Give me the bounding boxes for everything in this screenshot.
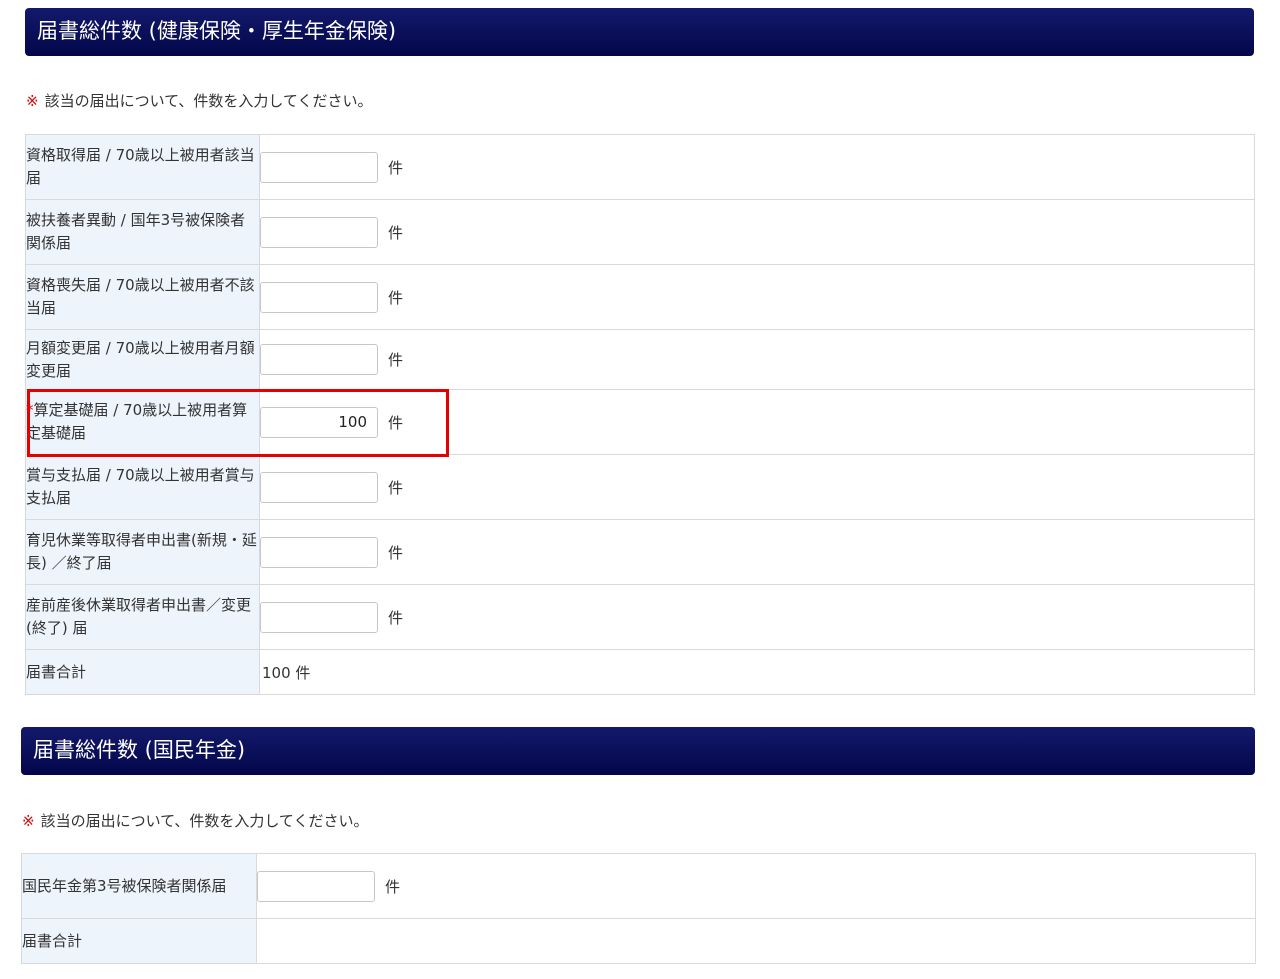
row-label: 資格喪失届 / 70歳以上被用者不該当届 — [25, 264, 260, 330]
note-mark: ※ — [26, 92, 39, 110]
note-text: 該当の届出について、件数を入力してください。 — [44, 92, 373, 110]
count-input[interactable] — [260, 601, 378, 633]
unit-label: 件 — [388, 351, 404, 369]
unit-label: 件 — [388, 608, 404, 627]
unit-label: 件 — [388, 158, 404, 177]
unit-label: 件 — [388, 413, 404, 432]
count-input[interactable] — [260, 151, 378, 183]
unit-label: 件 — [385, 877, 401, 896]
table-row: 育児休業等取得者申出書(新規・延長) ／終了届 件 — [25, 519, 1255, 585]
required-mark: * — [26, 401, 34, 419]
table-row: 産前産後休業取得者申出書／変更 (終了) 届 件 — [25, 584, 1255, 650]
row-label: 育児休業等取得者申出書(新規・延長) ／終了届 — [25, 519, 260, 585]
count-input[interactable] — [260, 216, 378, 248]
total-label: 届書合計 — [21, 918, 257, 964]
section2-header: 届書総件数 (国民年金) — [21, 727, 1255, 775]
row-label: 国民年金第3号被保険者関係届 — [21, 853, 257, 919]
section2-note: ※ 該当の届出について、件数を入力してください。 — [22, 810, 368, 831]
table-row: *算定基礎届 / 70歳以上被用者算定基礎届 件 — [25, 389, 1255, 455]
row-label: 賞与支払届 / 70歳以上被用者賞与支払届 — [25, 454, 260, 520]
count-input[interactable] — [257, 870, 375, 902]
count-input[interactable] — [260, 406, 378, 438]
section2-table: 国民年金第3号被保険者関係届 件 届書合計 — [21, 853, 1256, 964]
total-value: 100 件 — [262, 663, 311, 682]
table-row: 国民年金第3号被保険者関係届 件 — [21, 853, 1256, 919]
note-text: 該当の届出について、件数を入力してください。 — [40, 812, 369, 830]
table-row-total: 届書合計 — [21, 918, 1256, 964]
row-label: 被扶養者異動 / 国年3号被保険者関係届 — [25, 199, 260, 265]
section1-header: 届書総件数 (健康保険・厚生年金保険) — [25, 8, 1254, 56]
row-label: 月額変更届 / 70歳以上被用者月額変更届 — [25, 329, 260, 390]
row-label: *算定基礎届 / 70歳以上被用者算定基礎届 — [25, 389, 260, 455]
total-label: 届書合計 — [25, 649, 260, 695]
table-row-total: 届書合計 100 件 — [25, 649, 1255, 695]
count-input[interactable] — [260, 281, 378, 313]
unit-label: 件 — [388, 223, 404, 242]
note-mark: ※ — [22, 812, 35, 830]
count-input[interactable] — [260, 344, 378, 375]
table-row: 資格喪失届 / 70歳以上被用者不該当届 件 — [25, 264, 1255, 330]
row-label-text: 算定基礎届 / 70歳以上被用者算定基礎届 — [26, 401, 248, 442]
section1-table: 資格取得届 / 70歳以上被用者該当届 件 被扶養者異動 / 国年3号被保険者関… — [25, 134, 1255, 695]
count-input[interactable] — [260, 471, 378, 503]
count-input[interactable] — [260, 536, 378, 568]
unit-label: 件 — [388, 478, 404, 497]
section1-note: ※ 該当の届出について、件数を入力してください。 — [26, 90, 372, 111]
row-label: 資格取得届 / 70歳以上被用者該当届 — [25, 134, 260, 200]
table-row: 月額変更届 / 70歳以上被用者月額変更届 件 — [25, 329, 1255, 390]
table-row: 資格取得届 / 70歳以上被用者該当届 件 — [25, 134, 1255, 200]
unit-label: 件 — [388, 543, 404, 562]
table-row: 賞与支払届 / 70歳以上被用者賞与支払届 件 — [25, 454, 1255, 520]
table-row: 被扶養者異動 / 国年3号被保険者関係届 件 — [25, 199, 1255, 265]
unit-label: 件 — [388, 288, 404, 307]
row-label: 産前産後休業取得者申出書／変更 (終了) 届 — [25, 584, 260, 650]
